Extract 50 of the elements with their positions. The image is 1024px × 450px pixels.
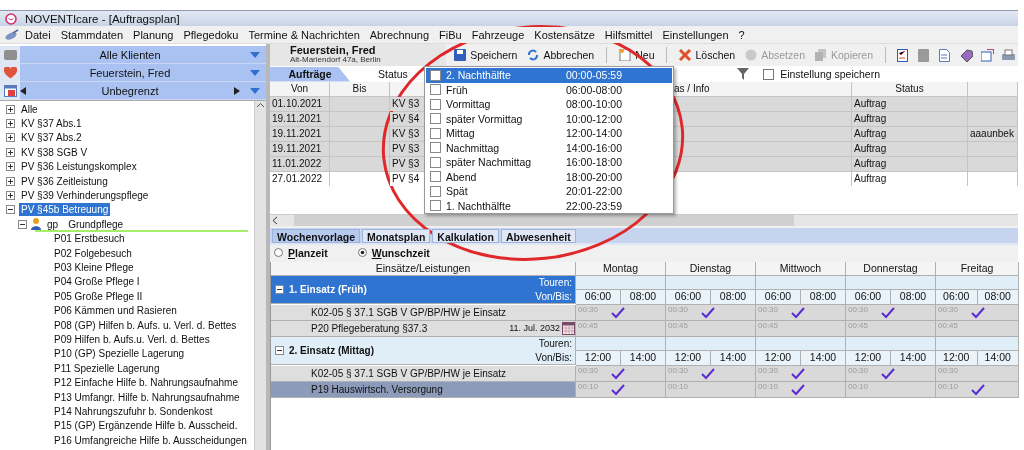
field-label: Von/Bis: — [535, 290, 572, 304]
option-time: 14:00-16:00 — [566, 141, 623, 154]
day-header: Mittwoch — [756, 262, 846, 276]
column-header: as / Info — [672, 82, 852, 96]
day-header: Freitag — [936, 262, 1019, 276]
option-time: 20:01-22:00 — [566, 185, 623, 198]
table-cell: 19.11.2021 — [270, 127, 330, 141]
table-cell: 27.01.2022 — [270, 172, 330, 186]
status-label: Status — [378, 68, 408, 80]
option-time: 18:00-20:00 — [566, 170, 623, 183]
group-title: 1. Einsatz (Früh) — [289, 284, 367, 295]
option-time: 06:00-08:00 — [566, 83, 623, 96]
option-time: 08:00-10:00 — [566, 98, 623, 111]
option-label: Früh — [446, 83, 469, 96]
option-label: später Nachmittag — [446, 156, 533, 169]
option-label: Nachmittag — [446, 141, 501, 154]
option-label: Vormittag — [446, 98, 492, 111]
table-cell: Auftrag — [852, 127, 968, 141]
option-time: 00:00-05:59 — [566, 69, 623, 82]
table-cell: Auftrag — [852, 172, 968, 186]
option-time: 10:00-12:00 — [566, 112, 623, 125]
table-cell: 19.11.2021 — [270, 142, 330, 156]
table-cell: 01.10.2021 — [270, 97, 330, 111]
day-header: Dienstag — [666, 262, 756, 276]
option-time: 12:00-14:00 — [566, 127, 623, 140]
window-title: NOVENTIcare - [Auftragsplan] — [25, 12, 180, 25]
table-cell: Auftrag — [852, 97, 968, 111]
option-label: Mittag — [446, 127, 476, 140]
table-cell: Auftrag — [852, 112, 968, 126]
option-label: Abend — [446, 170, 478, 183]
group-title: 2. Einsatz (Mittag) — [289, 345, 374, 356]
field-label: Touren: — [537, 337, 572, 351]
table-cell: Auftrag — [852, 157, 968, 171]
table-cell: Auftrag — [852, 142, 968, 156]
option-label: später Vormittag — [446, 112, 524, 125]
table-cell: 19.11.2021 — [270, 112, 330, 126]
day-header: Donnerstag — [846, 262, 936, 276]
option-label: 1. Nachthälfte — [446, 199, 512, 212]
option-label: Spät — [446, 185, 469, 198]
field-label: Touren: — [537, 276, 572, 290]
option-time: 22:00-23:59 — [566, 199, 623, 212]
client-name: Feuerstein, Fred — [290, 45, 377, 55]
option-time: 16:00-18:00 — [566, 156, 623, 169]
field-label: Von/Bis: — [535, 351, 572, 365]
client-address: Alt-Mariendorf 47a, Berlin — [290, 55, 382, 65]
table-cell: aaaunbek — [968, 127, 1018, 141]
day-header: Montag — [576, 262, 666, 276]
option-label: 2. Nachthälfte — [446, 69, 512, 82]
column-header: Einsätze/Leistungen — [271, 262, 576, 276]
table-cell: 11.01.2022 — [270, 157, 330, 171]
